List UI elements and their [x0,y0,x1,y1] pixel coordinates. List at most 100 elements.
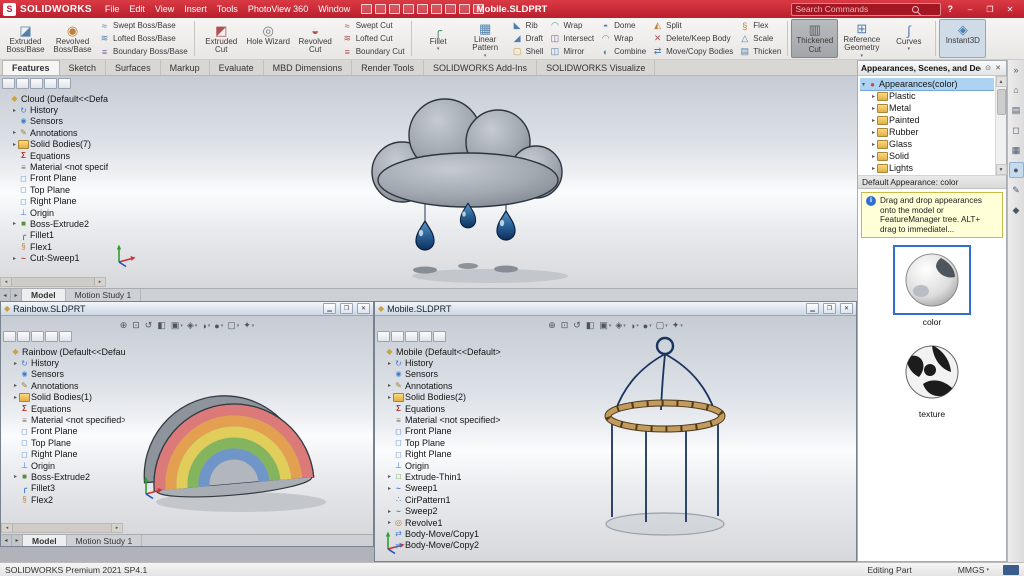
pin-icon[interactable]: ⊙ [983,64,993,72]
menu-item[interactable]: Tools [212,0,243,18]
appearance-tree-item[interactable]: ▸ Glass [870,138,994,150]
undo-icon[interactable] [417,4,428,14]
feature-tree-item[interactable]: Mobile (Default<<Default>_Display St [377,346,501,357]
featuremanager-tree-tab-icon[interactable] [3,331,16,342]
expand-arrow-icon[interactable]: ▸ [11,220,18,227]
tree-horizontal-scrollbar[interactable]: ◂ ▸ [0,277,106,287]
ribbon-button[interactable]: ▦ Linear Pattern ▾ [462,18,509,60]
scroll-left-icon[interactable]: ◂ [2,524,12,532]
expand-arrow-icon[interactable]: ▸ [11,107,18,114]
feature-tree-item[interactable]: Front Plane [11,173,108,184]
feature-tree-item[interactable]: Equations [386,403,501,414]
dropdown-arrow-icon[interactable]: ▾ [437,46,440,52]
redo-icon[interactable] [431,4,442,14]
help-button[interactable]: ? [948,4,954,14]
appearance-tree-item[interactable]: ▸ Lights [870,162,994,174]
ribbon-button[interactable]: ◓ Dome [597,19,649,32]
ribbon-button[interactable]: ◫ Mirror [546,45,597,58]
menu-item[interactable]: Window [313,0,355,18]
feature-tree-item[interactable]: Origin [11,207,108,218]
ribbon-button[interactable]: ◫ Intersect [546,32,597,45]
expand-arrow-icon[interactable]: ▸ [11,141,18,148]
propertymanager-tab-icon[interactable] [16,78,29,89]
expand-arrow-icon[interactable]: ▸ [870,165,877,172]
expand-arrow-icon[interactable]: ▸ [11,129,18,136]
command-tab[interactable]: Evaluate [210,60,264,75]
ribbon-button[interactable]: ≋ Lofted Cut [339,32,396,45]
menu-item[interactable]: File [100,0,125,18]
model-tab[interactable]: Motion Study 1 [67,535,143,546]
scrollbar-thumb[interactable] [11,278,95,286]
feature-tree-item[interactable]: Sensors [12,369,125,380]
file-properties-icon[interactable] [459,4,470,14]
thickened-cut-button[interactable]: ▥ Thickened Cut [791,19,838,58]
ribbon-button[interactable]: ✕ Delete/Keep Body [649,32,736,45]
child-window-rainbow[interactable]: ◆ Rainbow.SLDPRT ▁ ❐ ✕ ⊕ ⊡ ↺ [0,301,374,547]
child-window-mobile[interactable]: ◆ Mobile.SLDPRT ▁ ❐ ✕ ⊕ ⊡ ↺ [374,301,857,562]
command-tab[interactable]: SOLIDWORKS Add-Ins [424,60,537,75]
ribbon-button[interactable]: ◣ Rib [509,19,547,32]
dimxpertmanager-tab-icon[interactable] [44,78,57,89]
feature-tree-item[interactable]: Top Plane [386,437,501,448]
maximize-button[interactable]: ❐ [980,2,1000,16]
featuremanager-tree-tab-icon[interactable] [377,331,390,342]
menu-item[interactable]: View [150,0,179,18]
feature-tree-item[interactable]: CirPattern1 [386,494,501,505]
close-button[interactable]: ✕ [840,303,853,314]
feature-tree-item[interactable]: Material <not specified> [11,161,108,172]
displaymanager-tab-icon[interactable] [59,331,72,342]
scrollbar-thumb[interactable] [997,89,1006,115]
scroll-down-icon[interactable]: ▼ [996,164,1007,175]
mobile-model[interactable] [525,324,805,542]
ribbon-button[interactable]: ≋ Lofted Boss/Base [96,32,179,45]
expand-arrow-icon[interactable]: ▸ [386,382,393,389]
feature-tree-item[interactable]: Sensors [386,369,501,380]
feature-tree-item[interactable]: Fillet1 [11,230,108,241]
feature-tree-item[interactable]: Origin [12,460,125,471]
expand-arrow-icon[interactable]: ▸ [386,360,393,367]
command-tab[interactable]: Markup [161,60,210,75]
feature-tree-item[interactable]: Equations [12,403,125,414]
command-tab[interactable]: Surfaces [106,60,161,75]
feature-tree-item[interactable]: Right Plane [386,449,501,460]
save-icon[interactable] [389,4,400,14]
dropdown-arrow-icon[interactable]: ▾ [484,53,487,59]
command-tab[interactable]: Features [2,60,60,75]
command-tab[interactable]: Render Tools [352,60,424,75]
appearance-tree-item[interactable]: ▸ Metal [870,102,994,114]
search-input[interactable] [796,4,908,14]
tabs-scroll-left-icon[interactable]: ◂ [0,289,11,301]
dropdown-arrow-icon[interactable]: ▾ [861,53,864,59]
menu-item[interactable]: Edit [124,0,150,18]
feature-tree-item[interactable]: ▸ History [11,104,108,115]
feature-tree-item[interactable]: ▸ Extrude-Thin1 [386,471,501,482]
ribbon-button[interactable]: ◒ Revolved Cut [292,20,339,58]
minimize-button[interactable]: – [960,2,980,16]
command-tab[interactable]: SOLIDWORKS Visualize [537,60,655,75]
tree-horizontal-scrollbar[interactable]: ◂ ▸ [1,523,123,533]
expand-arrow-icon[interactable]: ▸ [870,117,877,124]
feature-tree-item[interactable]: Fillet3 [12,483,125,494]
ribbon-button[interactable]: ◪ Extruded Boss/Base [2,20,49,58]
ribbon-button[interactable]: ⇄ Move/Copy Bodies [649,45,736,58]
feature-tree-item[interactable]: ▸ Solid Bodies(1) [12,392,125,403]
scroll-right-icon[interactable]: ▸ [112,524,122,532]
scroll-up-icon[interactable]: ▲ [996,76,1007,87]
window-titlebar[interactable]: ◆ Rainbow.SLDPRT ▁ ❐ ✕ [1,302,373,316]
feature-tree-item[interactable]: ▸ Annotations [12,380,125,391]
color-appearance-swatch[interactable] [893,245,971,315]
model-tab[interactable]: Model [22,289,66,301]
rebuild-icon[interactable] [445,4,456,14]
displaymanager-tab-icon[interactable] [58,78,71,89]
feature-tree-item[interactable]: ▸ Annotations [386,380,501,391]
instant3d-button[interactable]: ◈ Instant3D [939,19,986,58]
expand-arrow-icon[interactable]: ▾ [860,81,867,88]
ribbon-button[interactable]: ⊞ Reference Geometry ▾ [838,18,885,60]
ribbon-button[interactable]: ◐ Combine [597,45,649,58]
viewport-cloud[interactable]: Cloud (Default<<Default>_Display ▸ Histo… [0,76,857,288]
scroll-right-icon[interactable]: ▸ [95,278,105,286]
feature-tree-item[interactable]: Front Plane [386,426,501,437]
cloud-model[interactable] [340,80,590,284]
ribbon-button[interactable]: ≈ Swept Boss/Base [96,19,179,32]
feature-tree-item[interactable]: Equations [11,150,108,161]
